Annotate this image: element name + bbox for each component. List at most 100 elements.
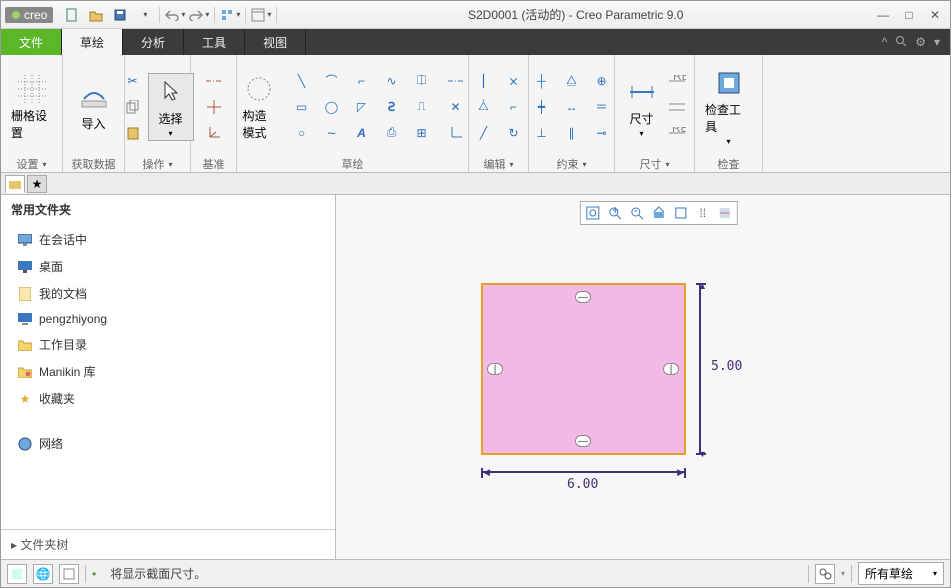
curve-icon[interactable]: ∼ — [321, 122, 343, 144]
sidebar-item-network[interactable]: 网络 — [1, 430, 335, 457]
group-edit-label[interactable]: 编辑 — [475, 154, 522, 172]
thicken-icon[interactable]: ⎍ — [411, 96, 433, 118]
regenerate-icon[interactable] — [219, 5, 241, 25]
copy-icon[interactable] — [122, 96, 144, 118]
tab-sketch[interactable]: 草绘 — [62, 29, 123, 55]
line-icon[interactable]: ╲ — [291, 70, 313, 92]
sketcher-display-icon[interactable]: ⁞⁞ — [693, 204, 713, 222]
modify-icon[interactable]: ⎮ — [473, 70, 495, 92]
group-dim-label[interactable]: 尺寸 — [621, 154, 688, 172]
zoom-out-icon[interactable]: - — [627, 204, 647, 222]
gear-icon[interactable]: ⚙ — [915, 35, 926, 49]
group-constrain-label[interactable]: 约束 — [535, 154, 608, 172]
save-dropdown-icon[interactable] — [133, 5, 155, 25]
text-tool-icon[interactable]: A — [351, 122, 373, 144]
ellipse-icon[interactable]: ◯ — [321, 96, 343, 118]
find-icon[interactable] — [815, 564, 835, 584]
dimension-height[interactable]: ▲▼ 5.00 — [699, 283, 701, 455]
spline-icon[interactable]: ∿ — [381, 70, 403, 92]
dimension-button[interactable]: 尺寸▾ — [622, 74, 662, 140]
ordinate-icon[interactable]: REF — [666, 122, 688, 144]
corner-icon[interactable]: ⌐ — [503, 96, 525, 118]
chamfer-icon[interactable]: ◸ — [351, 96, 373, 118]
save-icon[interactable] — [109, 5, 131, 25]
tangent-icon[interactable]: ⧋ — [561, 70, 583, 92]
sketch-rectangle[interactable] — [481, 283, 686, 455]
selection-filter-combo[interactable]: 所有草绘 ▾ — [858, 562, 944, 585]
zoom-in-icon[interactable]: + — [605, 204, 625, 222]
coord-sys-icon[interactable] — [203, 122, 225, 144]
equal-icon[interactable]: ＝ — [591, 96, 613, 118]
refit-icon[interactable] — [583, 204, 603, 222]
arc-icon[interactable]: ⌒ — [321, 70, 343, 92]
open-file-icon[interactable] — [85, 5, 107, 25]
fillet-icon[interactable]: ⌐ — [351, 70, 373, 92]
tab-view[interactable]: 视图 — [245, 29, 306, 55]
mirror-icon[interactable]: ⧊ — [473, 96, 495, 118]
centerline2-icon[interactable] — [445, 70, 467, 92]
midpoint-icon[interactable]: ⊕ — [591, 70, 613, 92]
sidebar-item-manikin[interactable]: Manikin 库 — [1, 358, 335, 385]
close-icon[interactable]: ✕ — [924, 8, 946, 22]
minimize-icon[interactable]: — — [872, 8, 894, 22]
construct-mode-button[interactable]: 构造模式 — [239, 71, 279, 143]
sketch-view-icon[interactable] — [715, 204, 735, 222]
group-operate-label[interactable]: 操作 — [131, 154, 184, 172]
help-icon[interactable]: ▾ — [934, 35, 940, 49]
sidebar-item-desktop[interactable]: 桌面 — [1, 253, 335, 280]
favorites-tab-icon[interactable]: ★ — [27, 175, 47, 193]
palette-icon[interactable]: ⊞ — [411, 122, 433, 144]
offset-icon[interactable]: ⎅ — [411, 70, 433, 92]
parallel-icon[interactable]: ∥ — [561, 122, 583, 144]
tab-analysis[interactable]: 分析 — [123, 29, 184, 55]
repaint-icon[interactable] — [649, 204, 669, 222]
constraint-horizontal-icon[interactable]: — — [575, 435, 591, 447]
constraint-vertical-icon[interactable]: | — [487, 363, 503, 375]
coincident-icon[interactable]: ⊸ — [591, 122, 613, 144]
coord2-icon[interactable] — [445, 122, 467, 144]
divide-icon[interactable]: ╱ — [473, 122, 495, 144]
cut-icon[interactable]: ✂ — [122, 70, 144, 92]
constraint-horizontal-icon[interactable]: — — [575, 291, 591, 303]
dropdown-icon[interactable]: ▾ — [841, 569, 845, 578]
sidebar-item-docs[interactable]: 我的文档 — [1, 280, 335, 307]
text-icon[interactable]: Ꙅ — [381, 96, 403, 118]
sidebar-item-workdir[interactable]: 工作目录 — [1, 331, 335, 358]
sidebar-item-favorites[interactable]: ★收藏夹 — [1, 385, 335, 412]
ref-dim-icon[interactable]: REF — [666, 70, 688, 92]
windows-icon[interactable] — [250, 5, 272, 25]
sidebar-item-session[interactable]: 在会话中 — [1, 226, 335, 253]
new-file-icon[interactable] — [61, 5, 83, 25]
grid-settings-button[interactable]: 栅格设置 — [7, 71, 56, 143]
constraint-vertical-icon[interactable]: | — [663, 363, 679, 375]
perpendicular-icon[interactable]: ⊥ — [531, 122, 553, 144]
folder-tab-icon[interactable] — [5, 175, 25, 193]
orientation-icon[interactable] — [7, 564, 27, 584]
inspect-button[interactable]: 检查工具▾ — [701, 65, 756, 148]
project-icon[interactable]: ⎙ — [381, 122, 403, 144]
point2-icon[interactable]: ✕ — [445, 96, 467, 118]
sidebar-item-computer[interactable]: pengzhiyong — [1, 307, 335, 331]
circle-icon[interactable]: ○ — [291, 122, 313, 144]
vertical-icon[interactable]: ┼ — [531, 70, 553, 92]
select-button[interactable]: 选择▾ — [148, 73, 194, 141]
delete-seg-icon[interactable]: ⨯ — [503, 70, 525, 92]
rect-icon[interactable]: ▭ — [291, 96, 313, 118]
group-settings-label[interactable]: 设置 — [7, 154, 56, 172]
tab-tools[interactable]: 工具 — [184, 29, 245, 55]
import-button[interactable]: 导入 — [74, 79, 114, 134]
display-style-icon[interactable] — [671, 204, 691, 222]
paste-icon[interactable] — [122, 122, 144, 144]
point-icon[interactable] — [203, 96, 225, 118]
world-icon[interactable]: 🌐 — [33, 564, 53, 584]
folder-tree-toggle[interactable]: ▸ 文件夹树 — [1, 529, 335, 559]
dimension-width[interactable]: ◀▶ 6.00 — [481, 471, 686, 473]
baseline-icon[interactable] — [666, 96, 688, 118]
tab-file[interactable]: 文件 — [1, 29, 62, 55]
maximize-icon[interactable]: □ — [898, 8, 920, 22]
undo-icon[interactable] — [164, 5, 186, 25]
symmetric-icon[interactable]: ↔ — [561, 96, 583, 118]
rotate-icon[interactable]: ↻ — [503, 122, 525, 144]
centerline-icon[interactable] — [203, 70, 225, 92]
search-icon[interactable] — [895, 35, 907, 50]
